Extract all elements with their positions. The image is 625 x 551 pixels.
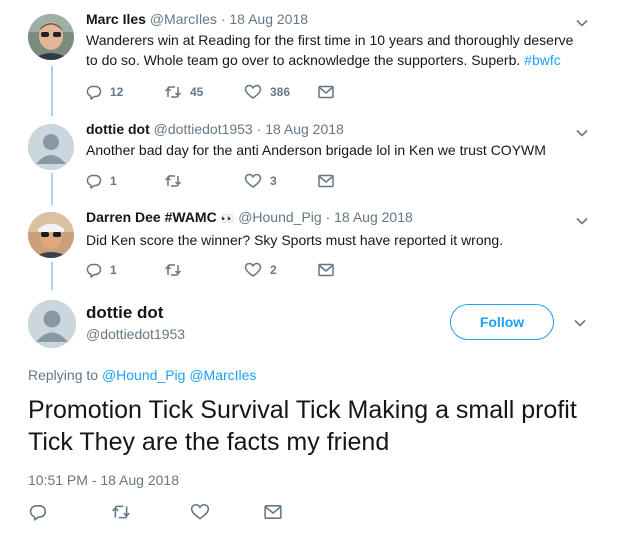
tweet-body: Wanderers win at Reading for the first t… [86,32,574,68]
avatar[interactable] [28,212,74,258]
tweet-text: Wanderers win at Reading for the first t… [86,30,586,70]
chevron-down-icon[interactable] [575,16,589,30]
like-button[interactable]: 386 [244,84,314,100]
main-tweet-text: Promotion Tick Survival Tick Making a sm… [28,396,577,456]
like-count: 2 [270,263,277,277]
separator-dot: · [325,209,331,225]
reply-icon [86,262,102,278]
main-author-name[interactable]: dottie dot [86,303,163,323]
retweet-button[interactable] [164,173,236,189]
envelope-icon [264,504,282,520]
tweet-header: Marc Iles @MarcIles · 18 Aug 2018 [86,10,586,28]
retweet-icon [110,503,132,521]
reply-tweet[interactable]: Marc Iles @MarcIles · 18 Aug 2018 Wander… [0,10,625,110]
hashtag-link[interactable]: #bwfc [524,52,561,68]
tweet-header: Darren Dee #WAMC 👀 @Hound_Pig · 18 Aug 2… [86,208,586,228]
like-button[interactable]: 2 [244,262,314,278]
eyes-emoji: 👀 [220,213,235,225]
envelope-icon [318,174,334,188]
author-handle[interactable]: @Hound_Pig [238,209,322,225]
heart-icon [244,262,262,278]
retweet-button[interactable] [110,503,190,521]
like-count: 386 [270,85,291,99]
reply-count: 1 [110,174,117,188]
chevron-down-icon[interactable] [575,126,589,140]
tweet-text: Another bad day for the anti Anderson br… [86,142,546,158]
retweet-icon [164,262,182,278]
avatar[interactable] [28,14,74,60]
reply-icon [28,503,48,521]
author-handle[interactable]: @dottiedot1953 [154,121,253,137]
reply-icon [86,173,102,189]
retweet-icon [164,84,182,100]
tweet-date[interactable]: 18 Aug 2018 [265,121,344,137]
like-button[interactable] [190,503,270,521]
dm-button[interactable] [318,174,334,188]
author-name[interactable]: dottie dot [86,121,150,137]
retweet-count: 45 [190,85,204,99]
like-button[interactable]: 3 [244,173,314,189]
reply-button[interactable]: 12 [86,84,136,100]
author-name[interactable]: Darren Dee #WAMC [86,209,217,225]
heart-icon [190,503,210,521]
heart-icon [244,173,262,189]
tweet-actions: 1 2 [86,262,334,278]
chevron-down-icon[interactable] [575,214,589,228]
replying-to: Replying to @Hound_Pig @MarcIles [28,367,256,383]
main-tweet-timestamp[interactable]: 10:51 PM - 18 Aug 2018 [28,472,179,488]
reply-tweet[interactable]: dottie dot @dottiedot1953 · 18 Aug 2018 … [0,120,625,200]
reply-button[interactable]: 1 [86,173,136,189]
replying-prefix: Replying to [28,367,99,383]
retweet-button[interactable] [164,262,236,278]
author-handle[interactable]: @MarcIles [150,11,217,27]
reply-count: 12 [110,85,124,99]
avatar[interactable] [28,124,74,170]
tweet-text: Did Ken score the winner? Sky Sports mus… [86,232,504,248]
envelope-icon [318,85,334,99]
dm-button[interactable] [318,263,334,277]
reply-button[interactable] [28,503,98,521]
dm-button[interactable] [318,85,334,99]
like-count: 3 [270,174,277,188]
main-tweet-actions [28,503,282,521]
heart-icon [244,84,262,100]
avatar[interactable] [28,300,76,348]
dm-button[interactable] [264,504,282,520]
separator-dot: · [220,11,226,27]
retweet-button[interactable]: 45 [164,84,236,100]
separator-dot: · [256,121,262,137]
replying-to-links[interactable]: @Hound_Pig @MarcIles [102,367,257,383]
envelope-icon [318,263,334,277]
tweet-actions: 1 3 [86,173,334,189]
chevron-down-icon[interactable] [573,316,587,330]
author-name[interactable]: Marc Iles [86,11,146,27]
reply-tweet[interactable]: Darren Dee #WAMC 👀 @Hound_Pig · 18 Aug 2… [0,208,625,288]
tweet-header: dottie dot @dottiedot1953 · 18 Aug 2018 [86,120,586,138]
tweet-date[interactable]: 18 Aug 2018 [229,11,308,27]
tweet-date[interactable]: 18 Aug 2018 [334,209,413,225]
reply-button[interactable]: 1 [86,262,136,278]
reply-icon [86,84,102,100]
reply-count: 1 [110,263,117,277]
tweet-actions: 12 45 386 [86,84,334,100]
retweet-icon [164,173,182,189]
main-author-handle[interactable]: @dottiedot1953 [86,326,185,342]
follow-button[interactable]: Follow [450,304,554,340]
